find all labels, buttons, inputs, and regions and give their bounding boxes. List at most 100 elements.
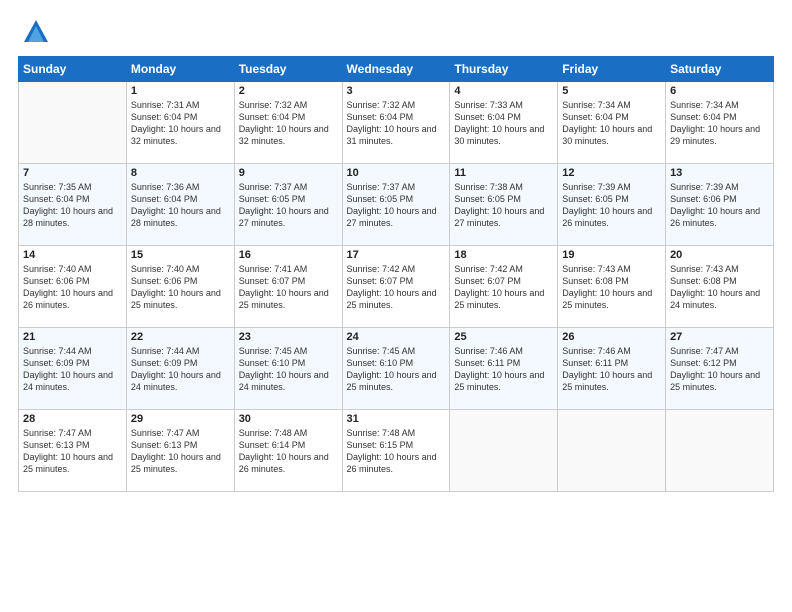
calendar: SundayMondayTuesdayWednesdayThursdayFrid… <box>18 56 774 492</box>
cell-details: Sunrise: 7:46 AMSunset: 6:11 PMDaylight:… <box>562 345 661 394</box>
calendar-header-friday: Friday <box>558 57 666 82</box>
logo-icon <box>22 18 50 46</box>
calendar-week-1: 1 Sunrise: 7:31 AMSunset: 6:04 PMDaylight… <box>19 82 774 164</box>
calendar-week-2: 7 Sunrise: 7:35 AMSunset: 6:04 PMDaylight… <box>19 164 774 246</box>
cell-details: Sunrise: 7:47 AMSunset: 6:13 PMDaylight:… <box>131 427 230 476</box>
calendar-cell-empty <box>558 410 666 492</box>
day-number: 24 <box>347 331 446 343</box>
cell-details: Sunrise: 7:31 AMSunset: 6:04 PMDaylight:… <box>131 99 230 148</box>
day-number: 11 <box>454 167 553 179</box>
cell-details: Sunrise: 7:39 AMSunset: 6:06 PMDaylight:… <box>670 181 769 230</box>
day-number: 28 <box>23 413 122 425</box>
day-number: 3 <box>347 85 446 97</box>
day-number: 1 <box>131 85 230 97</box>
calendar-cell-10: 10 Sunrise: 7:37 AMSunset: 6:05 PMDayligh… <box>342 164 450 246</box>
day-number: 5 <box>562 85 661 97</box>
calendar-week-3: 14 Sunrise: 7:40 AMSunset: 6:06 PMDayligh… <box>19 246 774 328</box>
calendar-cell-15: 15 Sunrise: 7:40 AMSunset: 6:06 PMDayligh… <box>126 246 234 328</box>
calendar-header-wednesday: Wednesday <box>342 57 450 82</box>
day-number: 14 <box>23 249 122 261</box>
cell-details: Sunrise: 7:44 AMSunset: 6:09 PMDaylight:… <box>131 345 230 394</box>
cell-details: Sunrise: 7:37 AMSunset: 6:05 PMDaylight:… <box>239 181 338 230</box>
cell-details: Sunrise: 7:37 AMSunset: 6:05 PMDaylight:… <box>347 181 446 230</box>
day-number: 31 <box>347 413 446 425</box>
day-number: 17 <box>347 249 446 261</box>
cell-details: Sunrise: 7:32 AMSunset: 6:04 PMDaylight:… <box>347 99 446 148</box>
cell-details: Sunrise: 7:45 AMSunset: 6:10 PMDaylight:… <box>239 345 338 394</box>
calendar-header-thursday: Thursday <box>450 57 558 82</box>
day-number: 19 <box>562 249 661 261</box>
calendar-cell-2: 2Sunrise: 7:32 AMSunset: 6:04 PMDaylight… <box>234 82 342 164</box>
cell-details: Sunrise: 7:38 AMSunset: 6:05 PMDaylight:… <box>454 181 553 230</box>
cell-details: Sunrise: 7:34 AMSunset: 6:04 PMDaylight:… <box>670 99 769 148</box>
calendar-header-sunday: Sunday <box>19 57 127 82</box>
calendar-cell-14: 14Sunrise: 7:40 AMSunset: 6:06 PMDayligh… <box>19 246 127 328</box>
cell-details: Sunrise: 7:48 AMSunset: 6:14 PMDaylight:… <box>239 427 338 476</box>
calendar-header-monday: Monday <box>126 57 234 82</box>
calendar-cell-29: 29 Sunrise: 7:47 AMSunset: 6:13 PMDayligh… <box>126 410 234 492</box>
day-number: 27 <box>670 331 769 343</box>
calendar-cell-18: 18 Sunrise: 7:42 AMSunset: 6:07 PMDayligh… <box>450 246 558 328</box>
cell-details: Sunrise: 7:40 AMSunset: 6:06 PMDaylight:… <box>131 263 230 312</box>
calendar-week-5: 28 Sunrise: 7:47 AMSunset: 6:13 PMDayligh… <box>19 410 774 492</box>
calendar-cell-22: 22 Sunrise: 7:44 AMSunset: 6:09 PMDayligh… <box>126 328 234 410</box>
calendar-cell-12: 12 Sunrise: 7:39 AMSunset: 6:05 PMDayligh… <box>558 164 666 246</box>
calendar-cell-23: 23Sunrise: 7:45 AMSunset: 6:10 PMDayligh… <box>234 328 342 410</box>
day-number: 7 <box>23 167 122 179</box>
calendar-header-row: SundayMondayTuesdayWednesdayThursdayFrid… <box>19 57 774 82</box>
cell-details: Sunrise: 7:48 AMSunset: 6:15 PMDaylight:… <box>347 427 446 476</box>
cell-details: Sunrise: 7:34 AMSunset: 6:04 PMDaylight:… <box>562 99 661 148</box>
calendar-cell-30: 30 Sunrise: 7:48 AMSunset: 6:14 PMDayligh… <box>234 410 342 492</box>
cell-details: Sunrise: 7:39 AMSunset: 6:05 PMDaylight:… <box>562 181 661 230</box>
page: SundayMondayTuesdayWednesdayThursdayFrid… <box>0 0 792 612</box>
cell-details: Sunrise: 7:42 AMSunset: 6:07 PMDaylight:… <box>454 263 553 312</box>
calendar-cell-8: 8Sunrise: 7:36 AMSunset: 6:04 PMDaylight… <box>126 164 234 246</box>
cell-details: Sunrise: 7:44 AMSunset: 6:09 PMDaylight:… <box>23 345 122 394</box>
cell-details: Sunrise: 7:41 AMSunset: 6:07 PMDaylight:… <box>239 263 338 312</box>
day-number: 15 <box>131 249 230 261</box>
calendar-cell-5: 5 Sunrise: 7:34 AMSunset: 6:04 PMDaylight… <box>558 82 666 164</box>
logo <box>18 18 50 46</box>
day-number: 30 <box>239 413 338 425</box>
day-number: 9 <box>239 167 338 179</box>
calendar-cell-20: 20 Sunrise: 7:43 AMSunset: 6:08 PMDayligh… <box>666 246 774 328</box>
cell-details: Sunrise: 7:43 AMSunset: 6:08 PMDaylight:… <box>670 263 769 312</box>
cell-details: Sunrise: 7:43 AMSunset: 6:08 PMDaylight:… <box>562 263 661 312</box>
calendar-cell-7: 7 Sunrise: 7:35 AMSunset: 6:04 PMDaylight… <box>19 164 127 246</box>
calendar-header-tuesday: Tuesday <box>234 57 342 82</box>
calendar-cell-empty <box>450 410 558 492</box>
day-number: 25 <box>454 331 553 343</box>
day-number: 13 <box>670 167 769 179</box>
cell-details: Sunrise: 7:46 AMSunset: 6:11 PMDaylight:… <box>454 345 553 394</box>
day-number: 2 <box>239 85 338 97</box>
calendar-cell-4: 4Sunrise: 7:33 AMSunset: 6:04 PMDaylight… <box>450 82 558 164</box>
day-number: 8 <box>131 167 230 179</box>
calendar-cell-16: 16 Sunrise: 7:41 AMSunset: 6:07 PMDayligh… <box>234 246 342 328</box>
day-number: 12 <box>562 167 661 179</box>
cell-details: Sunrise: 7:35 AMSunset: 6:04 PMDaylight:… <box>23 181 122 230</box>
day-number: 20 <box>670 249 769 261</box>
day-number: 16 <box>239 249 338 261</box>
calendar-cell-17: 17 Sunrise: 7:42 AMSunset: 6:07 PMDayligh… <box>342 246 450 328</box>
day-number: 6 <box>670 85 769 97</box>
calendar-cell-27: 27 Sunrise: 7:47 AMSunset: 6:12 PMDayligh… <box>666 328 774 410</box>
calendar-cell-6: 6 Sunrise: 7:34 AMSunset: 6:04 PMDaylight… <box>666 82 774 164</box>
day-number: 21 <box>23 331 122 343</box>
calendar-cell-13: 13 Sunrise: 7:39 AMSunset: 6:06 PMDayligh… <box>666 164 774 246</box>
day-number: 10 <box>347 167 446 179</box>
calendar-cell-28: 28Sunrise: 7:47 AMSunset: 6:13 PMDayligh… <box>19 410 127 492</box>
cell-details: Sunrise: 7:33 AMSunset: 6:04 PMDaylight:… <box>454 99 553 148</box>
day-number: 18 <box>454 249 553 261</box>
cell-details: Sunrise: 7:47 AMSunset: 6:12 PMDaylight:… <box>670 345 769 394</box>
day-number: 26 <box>562 331 661 343</box>
header <box>18 18 774 46</box>
calendar-header-saturday: Saturday <box>666 57 774 82</box>
day-number: 29 <box>131 413 230 425</box>
calendar-cell-25: 25 Sunrise: 7:46 AMSunset: 6:11 PMDayligh… <box>450 328 558 410</box>
calendar-cell-empty <box>666 410 774 492</box>
calendar-cell-24: 24Sunrise: 7:45 AMSunset: 6:10 PMDayligh… <box>342 328 450 410</box>
calendar-cell-1: 1 Sunrise: 7:31 AMSunset: 6:04 PMDaylight… <box>126 82 234 164</box>
day-number: 22 <box>131 331 230 343</box>
cell-details: Sunrise: 7:42 AMSunset: 6:07 PMDaylight:… <box>347 263 446 312</box>
calendar-cell-21: 21 Sunrise: 7:44 AMSunset: 6:09 PMDayligh… <box>19 328 127 410</box>
